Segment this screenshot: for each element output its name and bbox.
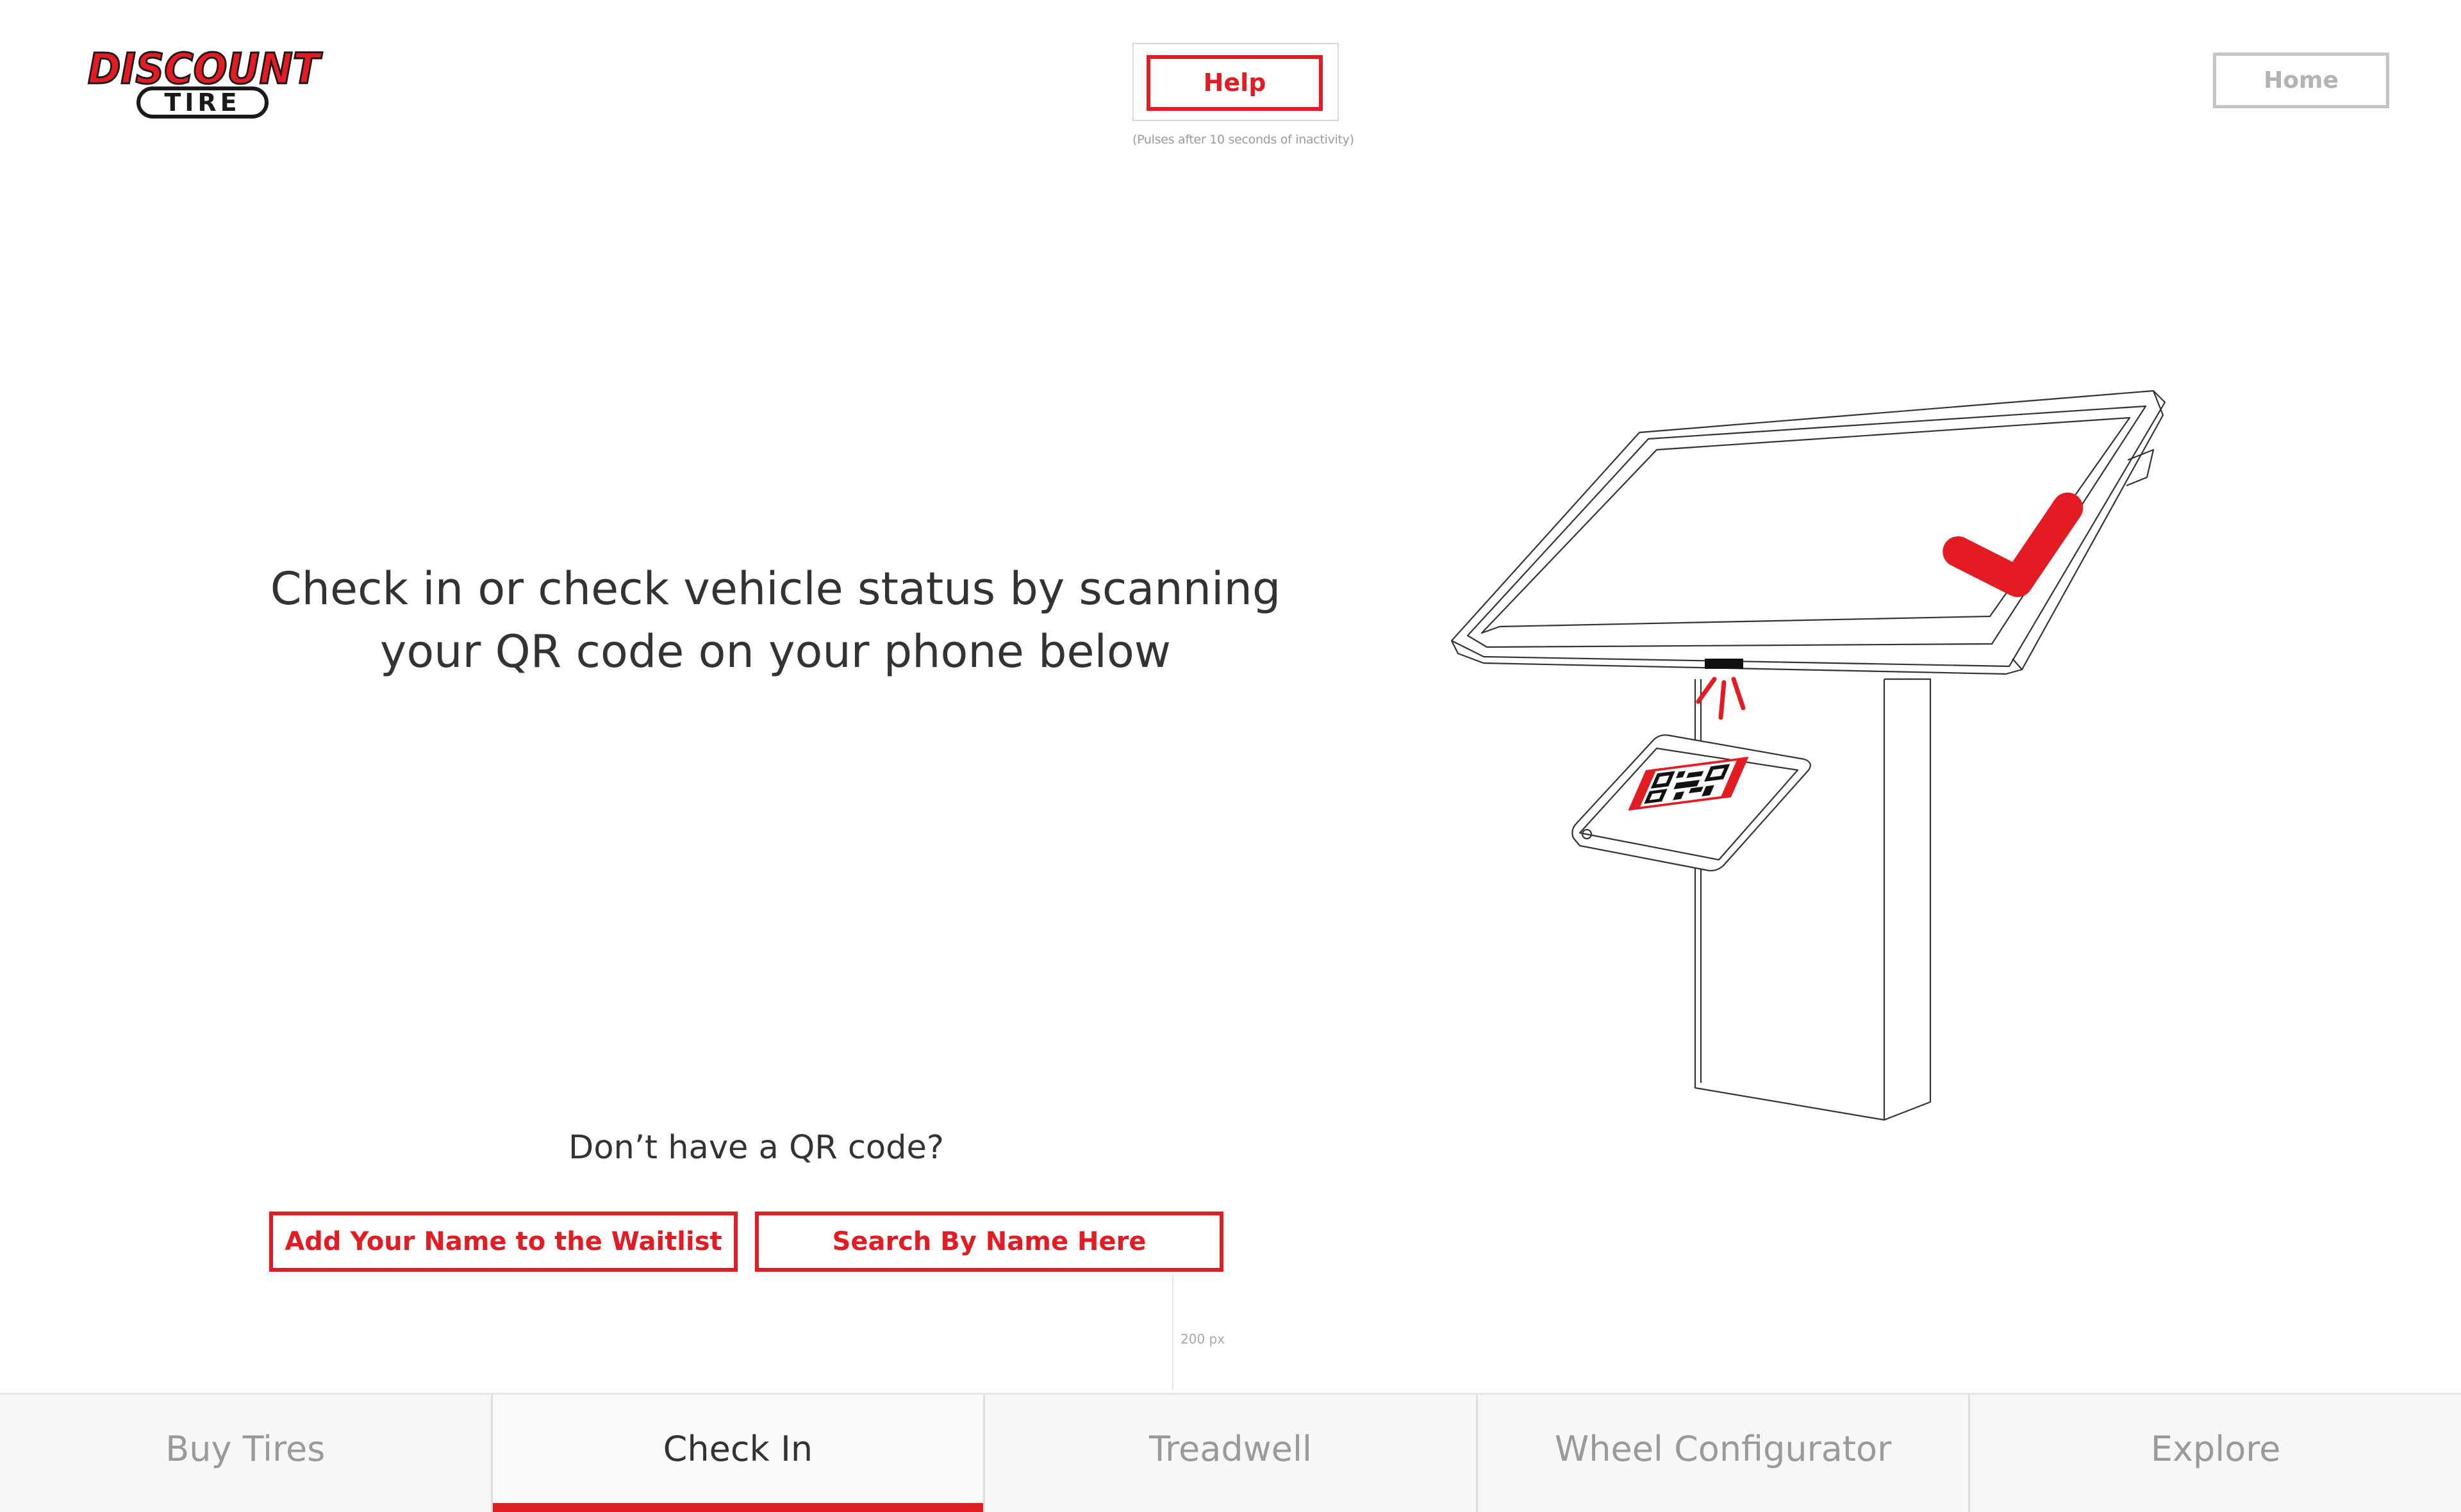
logo-text-tire: TIRE bbox=[164, 88, 240, 117]
discount-tire-logo: DISCOUNT TIRE bbox=[87, 46, 324, 119]
home-button[interactable]: Home bbox=[2213, 53, 2389, 108]
bottom-tab-bar: Buy Tires Check In Treadwell Wheel Confi… bbox=[0, 1393, 2461, 1512]
tab-check-in[interactable]: Check In bbox=[492, 1395, 986, 1512]
scan-rays bbox=[1696, 677, 1746, 720]
add-to-waitlist-button[interactable]: Add Your Name to the Waitlist bbox=[269, 1212, 738, 1272]
tab-label: Explore bbox=[2150, 1429, 2281, 1469]
tab-treadwell[interactable]: Treadwell bbox=[985, 1395, 1478, 1512]
tab-label: Buy Tires bbox=[165, 1429, 326, 1469]
no-qr-prompt: Don’t have a QR code? bbox=[568, 1129, 944, 1167]
kiosk-pedestal bbox=[1694, 678, 1932, 1121]
tab-wheel-configurator[interactable]: Wheel Configurator bbox=[1478, 1395, 1971, 1512]
phone-icon bbox=[1571, 734, 1811, 872]
help-container: Help bbox=[1132, 43, 1339, 121]
measure-guide-line bbox=[1172, 1275, 1173, 1390]
help-pulse-note: (Pulses after 10 seconds of inactivity) bbox=[1132, 133, 1354, 147]
headline-line-1: Check in or check vehicle status by scan… bbox=[270, 563, 1281, 615]
search-by-name-button[interactable]: Search By Name Here bbox=[755, 1212, 1223, 1272]
scanner-icon bbox=[1705, 659, 1743, 669]
tab-explore[interactable]: Explore bbox=[1970, 1395, 2461, 1512]
tab-label: Check In bbox=[663, 1429, 813, 1469]
headline-line-2: your QR code on your phone below bbox=[379, 625, 1172, 678]
page-headline: Check in or check vehicle status by scan… bbox=[244, 557, 1307, 683]
active-tab-indicator bbox=[492, 1503, 984, 1512]
tab-label: Treadwell bbox=[1148, 1429, 1313, 1469]
kiosk-illustration bbox=[1450, 390, 2166, 1121]
logo-text-discount: DISCOUNT bbox=[88, 46, 323, 94]
tab-buy-tires[interactable]: Buy Tires bbox=[0, 1395, 493, 1512]
help-button[interactable]: Help bbox=[1147, 55, 1323, 111]
measure-guide-label: 200 px bbox=[1181, 1331, 1225, 1347]
tab-label: Wheel Configurator bbox=[1554, 1429, 1892, 1469]
